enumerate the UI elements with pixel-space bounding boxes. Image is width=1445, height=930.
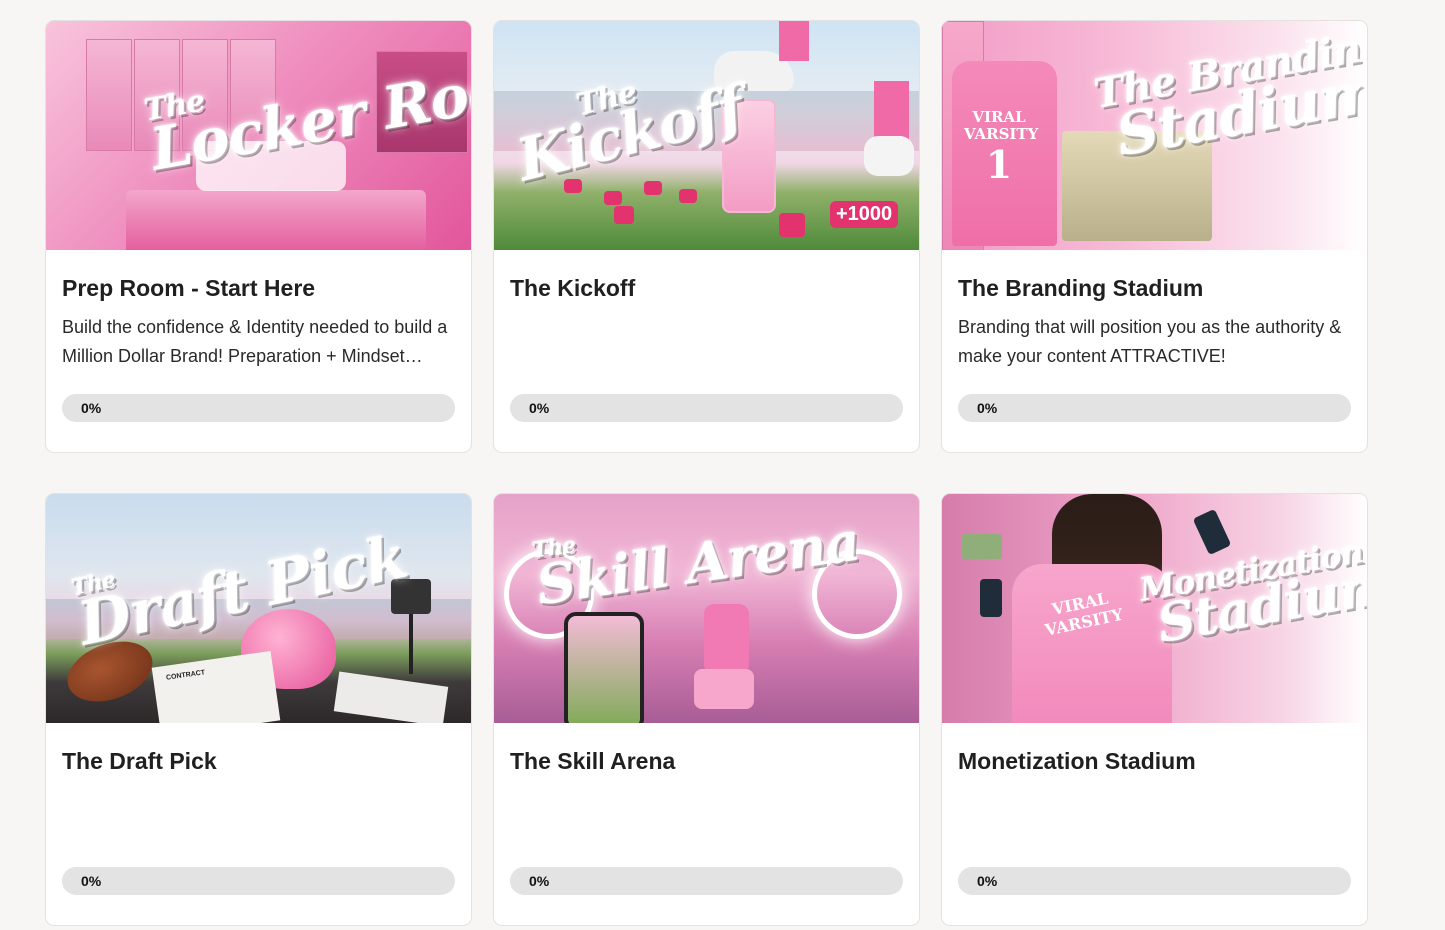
course-grid: The Locker Room Prep Room - Start Here B… — [45, 20, 1368, 926]
course-progress-bar: 0% — [510, 867, 903, 895]
course-title: The Skill Arena — [510, 748, 676, 774]
course-cover-image: +1000 The Kickoff — [494, 21, 919, 250]
progress-label: 0% — [529, 873, 550, 889]
course-title: Prep Room - Start Here — [62, 275, 316, 301]
progress-label: 0% — [81, 873, 102, 889]
course-title: The Draft Pick — [62, 748, 217, 774]
course-progress-bar: 0% — [958, 394, 1351, 422]
course-description — [62, 786, 455, 844]
course-description: Branding that will position you as the a… — [958, 317, 1342, 366]
follower-count-badge: +1000 — [830, 201, 899, 228]
course-description: Build the confidence & Identity needed t… — [62, 317, 448, 366]
progress-label: 0% — [977, 873, 998, 889]
course-title: The Kickoff — [510, 275, 636, 301]
course-cover-image: VIRAL VARSITY 1 The Branding Stadium — [942, 21, 1367, 250]
course-cover-image: The Skill Arena — [494, 494, 919, 723]
course-card-monetization-stadium[interactable]: VIRAL VARSITY Monetization Stadium Monet… — [941, 493, 1368, 926]
progress-label: 0% — [977, 400, 998, 416]
course-cover-image: The Locker Room — [46, 21, 471, 250]
course-description — [510, 786, 903, 844]
course-card-kickoff[interactable]: +1000 The Kickoff The Kickoff 0% — [493, 20, 920, 453]
course-title: Monetization Stadium — [958, 748, 1196, 774]
course-card-draft-pick[interactable]: CONTRACT The Draft Pick The Draft Pick 0… — [45, 493, 472, 926]
course-card-branding-stadium[interactable]: VIRAL VARSITY 1 The Branding Stadium The… — [941, 20, 1368, 453]
course-description — [510, 313, 903, 371]
course-cover-image: VIRAL VARSITY Monetization Stadium — [942, 494, 1367, 723]
course-cover-image: CONTRACT The Draft Pick — [46, 494, 471, 723]
course-progress-bar: 0% — [62, 867, 455, 895]
course-title: The Branding Stadium — [958, 275, 1204, 301]
progress-label: 0% — [529, 400, 550, 416]
course-progress-bar: 0% — [958, 867, 1351, 895]
course-card-skill-arena[interactable]: The Skill Arena The Skill Arena 0% — [493, 493, 920, 926]
course-progress-bar: 0% — [510, 394, 903, 422]
jersey-text: VIRAL VARSITY 1 — [964, 108, 1039, 187]
progress-label: 0% — [81, 400, 102, 416]
course-card-prep-room[interactable]: The Locker Room Prep Room - Start Here B… — [45, 20, 472, 453]
course-description — [958, 786, 1351, 844]
course-progress-bar: 0% — [62, 394, 455, 422]
